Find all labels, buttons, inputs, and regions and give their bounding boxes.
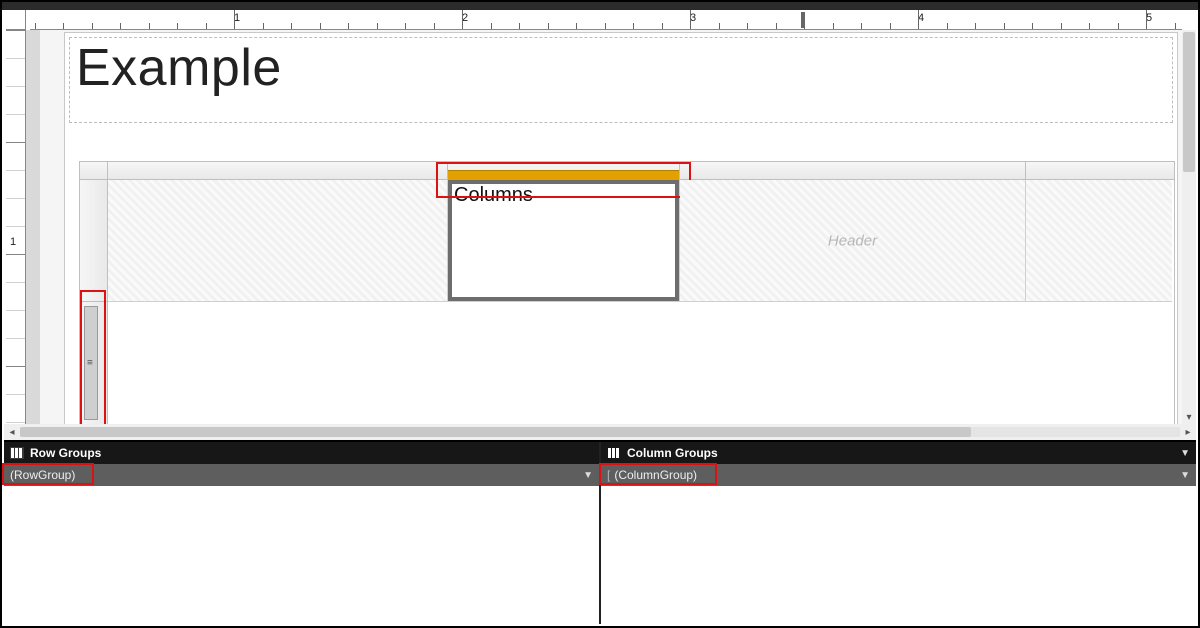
window-top-bar xyxy=(2,2,1198,10)
dropdown-icon[interactable]: ▼ xyxy=(583,470,593,481)
row-groups-header[interactable]: Row Groups xyxy=(4,442,599,464)
tablix-header-placeholder-cell[interactable]: Header xyxy=(680,180,1026,302)
vertical-ruler[interactable]: 1 2 xyxy=(6,30,26,424)
tablix-header-extra-cell[interactable] xyxy=(1026,180,1172,302)
columns-icon xyxy=(607,447,621,459)
vertical-scrollbar-thumb[interactable] xyxy=(1183,32,1195,172)
horizontal-ruler[interactable]: 1 2 3 4 5 xyxy=(30,10,1182,30)
margin-strip xyxy=(26,30,40,424)
row-groups-panel: Row Groups (RowGroup) ▼ xyxy=(4,442,601,624)
ruler-corner xyxy=(6,10,26,30)
tablix-column-group-cell[interactable]: Columns xyxy=(448,180,680,302)
chevron-right-icon[interactable]: ▸ xyxy=(1180,427,1196,438)
chevron-down-icon[interactable]: ▾ xyxy=(1182,410,1196,424)
columns-icon xyxy=(10,447,24,459)
bracket-icon: [ xyxy=(607,468,610,482)
column-group-item[interactable]: [ (ColumnGroup) ▼ xyxy=(601,464,1196,486)
row-group-item[interactable]: (RowGroup) ▼ xyxy=(4,464,599,486)
vertical-scrollbar[interactable]: ▾ xyxy=(1182,30,1196,424)
row-group-handle-icon[interactable] xyxy=(84,306,98,420)
grouping-pane: Row Groups (RowGroup) ▼ Column Groups ▼ xyxy=(4,440,1196,624)
report-title-text: Example xyxy=(76,38,1166,98)
report-title-textbox[interactable]: Example xyxy=(69,37,1173,123)
dropdown-icon[interactable]: ▼ xyxy=(1180,470,1190,481)
tablix-region[interactable]: Columns Header Rows Data xyxy=(79,161,1175,424)
ruler-number: 1 xyxy=(10,236,16,248)
column-groups-body[interactable] xyxy=(601,486,1196,624)
tablix-row-header-bar[interactable] xyxy=(80,180,108,424)
row-groups-title: Row Groups xyxy=(30,446,101,460)
chevron-left-icon[interactable]: ◂ xyxy=(4,427,20,438)
report-body[interactable]: Example xyxy=(64,32,1178,424)
horizontal-scrollbar-thumb[interactable] xyxy=(20,427,971,437)
row-group-item-label: (RowGroup) xyxy=(10,468,75,482)
header-placeholder-text: Header xyxy=(828,232,877,249)
column-group-item-label: (ColumnGroup) xyxy=(614,468,697,482)
tablix-corner-cell[interactable] xyxy=(108,180,448,302)
ruler-guide-marker[interactable] xyxy=(798,10,808,30)
row-groups-body[interactable] xyxy=(4,486,599,624)
column-select-handle[interactable] xyxy=(448,170,679,184)
column-groups-title: Column Groups xyxy=(627,446,718,460)
horizontal-scrollbar[interactable]: ◂ ▸ xyxy=(4,424,1196,440)
columns-cell-label: Columns xyxy=(454,184,533,207)
dropdown-icon[interactable]: ▼ xyxy=(1180,448,1190,459)
design-surface[interactable]: Example xyxy=(40,30,1182,424)
column-groups-header[interactable]: Column Groups ▼ xyxy=(601,442,1196,464)
column-groups-panel: Column Groups ▼ [ (ColumnGroup) ▼ xyxy=(601,442,1196,624)
